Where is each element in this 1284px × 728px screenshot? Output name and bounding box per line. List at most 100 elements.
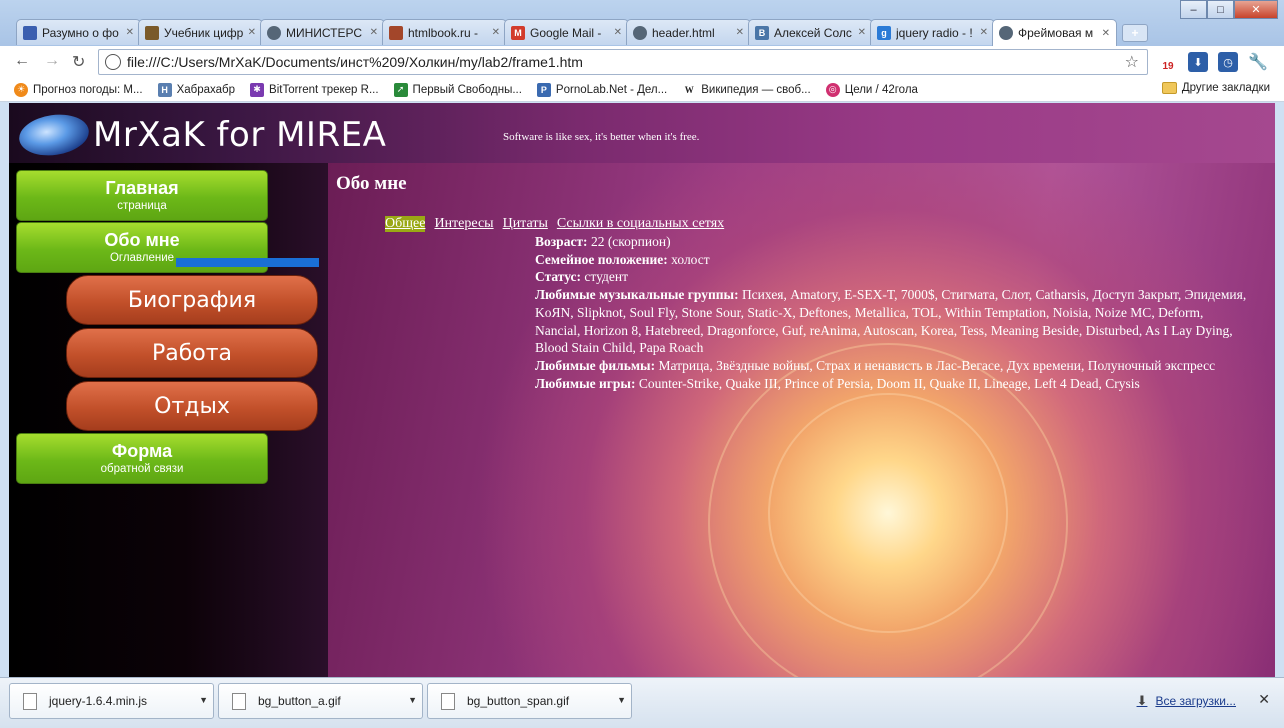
background-swirl [768,393,1008,633]
menu-form-button[interactable]: Форма обратной связи [16,433,268,484]
tab-gmail[interactable]: M Google Mail - ✕ [504,19,629,45]
tab-label: Разумно о фо [42,25,119,40]
info-label: Возраст: [535,234,588,249]
forward-button[interactable]: → [44,52,60,70]
download-item[interactable]: bg_button_span.gif ▼ [427,683,632,719]
info-age: Возраст: 22 (скорпион) [535,233,1251,251]
minimize-button[interactable]: – [1180,0,1207,19]
tab-uchebnik[interactable]: Учебник цифр ✕ [138,19,263,45]
bookmark-first-free[interactable]: ➚ Первый Свободны... [393,82,522,97]
info-label: Статус: [535,269,582,285]
maximize-button[interactable]: □ [1207,0,1234,19]
tab-ministerstvo[interactable]: МИНИСТЕРС ✕ [260,19,385,45]
site-icon: P [536,82,551,97]
page-icon [389,25,403,40]
content-frame: Обо мне Общее Интересы Цитаты Ссылки в с… [328,163,1275,677]
wrench-icon[interactable]: 🔧 [1248,52,1268,72]
habr-icon: H [157,82,172,97]
site-header: MrXaK for MIREA Software is like sex, it… [9,103,1275,163]
all-downloads-link[interactable]: ⬇ Все загрузки... [1137,693,1236,709]
submenu-rest-button[interactable]: Отдых [66,381,318,431]
tab-label: МИНИСТЕРС [286,25,363,40]
file-icon [232,692,246,710]
tab-label: Google Mail - [530,25,602,40]
info-value: холост [667,251,710,267]
globe-icon [633,25,647,40]
browser-toolbar: ← → ↻ ☆ 19 ⬇ ◷ 🔧 [0,46,1284,78]
tab-htmlbook[interactable]: htmlbook.ru - ✕ [382,19,507,45]
menu-main-label: Форма [111,441,173,461]
close-tab-icon[interactable]: ✕ [492,27,500,38]
subnav-interests-link[interactable]: Интересы [434,216,493,232]
submenu-work-button[interactable]: Работа [66,328,318,378]
bookmark-weather[interactable]: ☀ Прогноз погоды: М... [14,82,143,97]
tab-label: Учебник цифр [164,25,244,40]
download-filename: bg_button_span.gif [467,694,570,708]
tab-label: Фреймовая м [1018,26,1094,40]
bookmark-label: PornoLab.Net - Дел... [555,83,668,96]
subnav-quotes-link[interactable]: Цитаты [503,216,548,232]
close-tab-icon[interactable]: ✕ [248,27,256,38]
submenu-biography-button[interactable]: Биография [66,275,318,325]
tab-vk[interactable]: B Алексей Солс ✕ [748,19,873,45]
page-title: Обо мне [336,173,407,194]
info-games: Любимые игры: Counter-Strike, Quake III,… [535,375,1251,393]
about-info: Возраст: 22 (скорпион) Семейное положени… [535,233,1251,392]
all-downloads-label: Все загрузки... [1155,694,1236,708]
info-label: Любимые музыкальные группы: [535,287,739,303]
menu-home-button[interactable]: Главная страница [16,170,268,221]
download-item[interactable]: jquery-1.6.4.min.js ▼ [9,683,214,719]
close-window-button[interactable]: ✕ [1234,0,1278,19]
mail-icon: M [511,25,525,40]
chevron-down-icon[interactable]: ▼ [617,695,626,705]
bookmark-label: Прогноз погоды: М... [33,83,143,96]
close-tab-icon[interactable]: ✕ [736,27,744,38]
download-filename: jquery-1.6.4.min.js [49,694,148,708]
chevron-down-icon[interactable]: ▼ [408,695,417,705]
download-item[interactable]: bg_button_a.gif ▼ [218,683,423,719]
clock-icon[interactable]: ◷ [1218,52,1238,72]
bookmark-label: Хабрахабр [176,83,236,96]
globe-icon [267,25,281,40]
tab-jquery-radio[interactable]: g jquery radio - ! ✕ [870,19,995,45]
close-tab-icon[interactable]: ✕ [1102,28,1110,39]
info-family: Семейное положение: холост [535,251,1251,269]
back-button[interactable]: ← [14,52,30,70]
info-films: Любимые фильмы: Матрица, Звёздные войны,… [535,357,1251,375]
close-tab-icon[interactable]: ✕ [980,27,988,38]
extension-badge-icon[interactable]: 19 [1158,52,1178,72]
bookmark-bittorrent[interactable]: ✱ BitTorrent трекер R... [250,82,379,97]
chevron-down-icon[interactable]: ▼ [199,695,208,705]
reload-button[interactable]: ↻ [72,52,85,72]
bookmark-42goals[interactable]: ◎ Цели / 42гола [825,82,918,97]
tab-razumno[interactable]: Разумно о фо ✕ [16,19,141,45]
close-tab-icon[interactable]: ✕ [126,27,134,38]
close-tab-icon[interactable]: ✕ [858,27,866,38]
site-slogan: Software is like sex, it's better when i… [503,131,700,143]
bookmark-pornolab[interactable]: P PornoLab.Net - Дел... [536,82,668,97]
left-menu-frame: Главная страница Обо мне Оглавление Биог… [9,163,328,677]
bookmark-habr[interactable]: H Хабрахабр [157,82,236,97]
tab-framovaya[interactable]: Фреймовая м ✕ [992,19,1117,46]
download-shelf: jquery-1.6.4.min.js ▼ bg_button_a.gif ▼ bg… [0,677,1284,728]
download-icon[interactable]: ⬇ [1188,52,1208,72]
address-bar[interactable]: ☆ [98,49,1148,75]
info-label: Семейное положение: [535,251,668,267]
subnav-general-link[interactable]: Общее [385,216,426,232]
bookmark-wikipedia[interactable]: W Википедия — своб... [682,82,811,97]
wikipedia-icon: W [682,82,697,97]
new-tab-button[interactable]: + [1122,24,1148,42]
star-icon[interactable]: ☆ [1125,52,1139,72]
google-icon: g [877,25,891,40]
close-tab-icon[interactable]: ✕ [614,27,622,38]
close-tab-icon[interactable]: ✕ [370,27,378,38]
arrow-icon: ➚ [393,82,408,97]
other-bookmarks[interactable]: Другие закладки [1161,82,1270,94]
url-input[interactable] [127,54,1107,70]
tab-header-html[interactable]: header.html ✕ [626,19,751,45]
bookmark-label: BitTorrent трекер R... [269,83,379,96]
page-icon [145,25,159,40]
info-status: Статус: студент [535,268,1251,286]
close-shelf-button[interactable]: ✕ [1258,691,1270,708]
subnav-social-links-link[interactable]: Ссылки в социальных сетях [557,216,724,232]
